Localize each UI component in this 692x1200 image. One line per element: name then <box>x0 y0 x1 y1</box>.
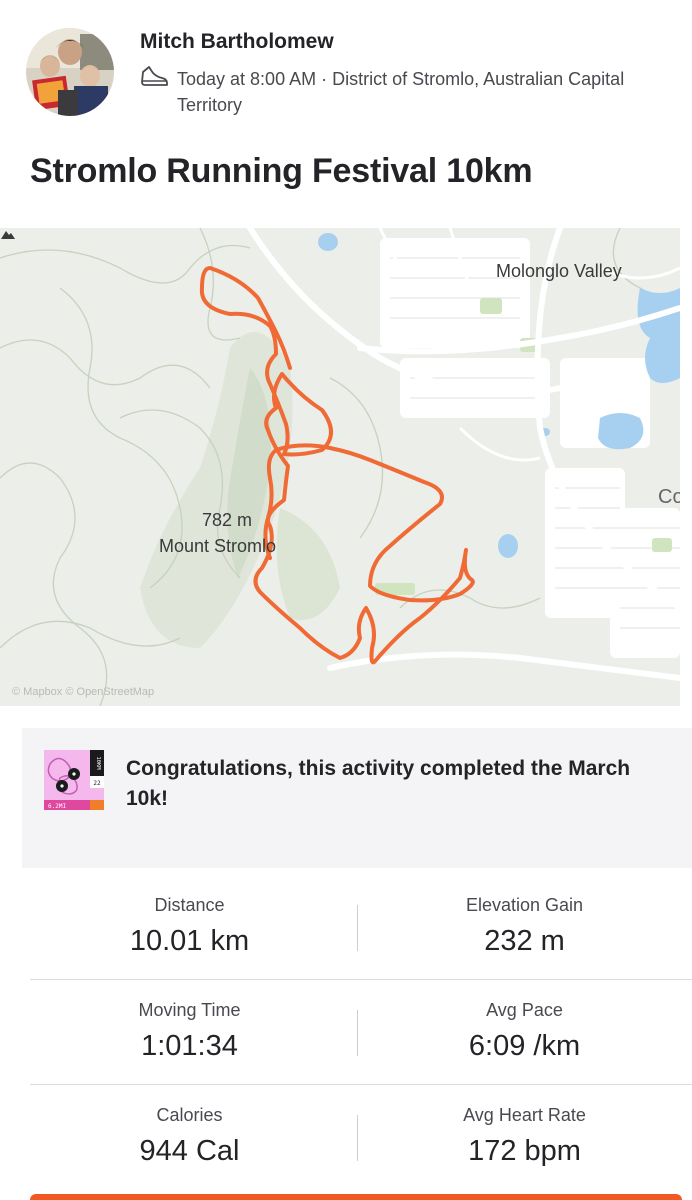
action-button[interactable] <box>30 1194 682 1200</box>
activity-date-location: Today at 8:00 AM · District of Stromlo, … <box>177 69 625 115</box>
stat-value: 944 Cal <box>139 1135 240 1167</box>
stat-value: 1:01:34 <box>141 1030 238 1062</box>
stat-avg-heart-rate: Avg Heart Rate 172 bpm <box>357 1085 692 1189</box>
stat-row: Distance 10.01 km Elevation Gain 232 m <box>22 875 692 979</box>
stat-value: 172 bpm <box>468 1135 581 1167</box>
stat-label: Calories <box>156 1105 223 1125</box>
map-label-peak: Mount Stromlo <box>159 536 277 556</box>
stat-label: Elevation Gain <box>465 895 584 915</box>
stat-label: Avg Pace <box>486 1000 563 1020</box>
achievement-card[interactable]: 10KM 22 6.2MI Congratulations, this acti… <box>22 728 692 868</box>
stat-row: Moving Time 1:01:34 Avg Pace 6:09 /km <box>22 980 692 1084</box>
activity-title: Stromlo Running Festival 10km <box>30 152 533 190</box>
map-label-elevation: 782 m <box>202 510 253 530</box>
badge-number: 22 <box>93 780 101 787</box>
stat-label: Moving Time <box>138 1000 241 1020</box>
stat-label: Distance <box>154 895 225 915</box>
map-attribution[interactable]: © Mapbox © OpenStreetMap <box>12 686 154 698</box>
stat-calories: Calories 944 Cal <box>22 1085 357 1189</box>
activity-header: Mitch Bartholomew Today at 8:00 AM · Dis… <box>0 0 692 140</box>
map-label-partial: Co <box>658 486 680 508</box>
route-map[interactable]: Molonglo Valley 782 m Mount Stromlo Co ©… <box>0 228 680 706</box>
stat-distance: Distance 10.01 km <box>22 875 357 979</box>
athlete-name[interactable]: Mitch Bartholomew <box>140 30 334 54</box>
avatar[interactable] <box>26 28 114 116</box>
stat-value: 6:09 /km <box>468 1030 581 1062</box>
map-canvas <box>0 228 680 706</box>
stat-label: Avg Heart Rate <box>463 1105 586 1125</box>
achievement-text: Congratulations, this activity completed… <box>126 757 631 810</box>
badge-title: 10KM <box>95 756 101 770</box>
stat-row: Calories 944 Cal Avg Heart Rate 172 bpm <box>22 1085 692 1189</box>
badge-distance: 6.2MI <box>48 803 66 810</box>
map-label-suburb: Molonglo Valley <box>496 261 622 281</box>
stat-avg-pace: Avg Pace 6:09 /km <box>357 980 692 1084</box>
challenge-badge-icon: 10KM 22 6.2MI <box>44 750 104 810</box>
stat-value: 10.01 km <box>129 925 250 957</box>
summit-icon <box>1 231 15 239</box>
stat-elevation-gain: Elevation Gain 232 m <box>357 875 692 979</box>
shoe-icon <box>141 66 168 86</box>
stat-value: 232 m <box>484 925 565 957</box>
stat-moving-time: Moving Time 1:01:34 <box>22 980 357 1084</box>
